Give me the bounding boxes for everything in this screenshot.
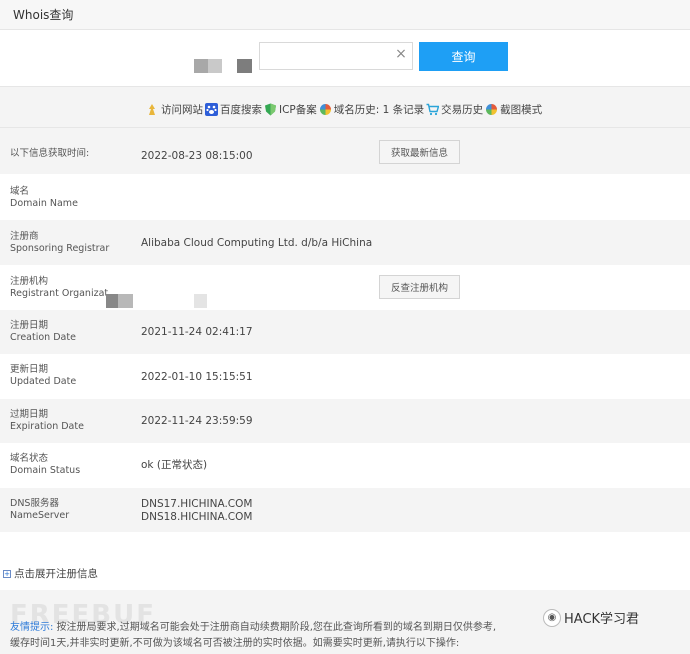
fetch-time-row: 以下信息获取时间: 2022-08-23 08:15:00 获取最新信息 bbox=[0, 129, 690, 174]
clear-icon[interactable]: × bbox=[394, 47, 408, 61]
visit-website-icon bbox=[149, 103, 155, 115]
domain-label: 域名 Domain Name bbox=[10, 186, 78, 210]
label-cn: 域名 bbox=[10, 186, 30, 197]
baidu-paw-icon bbox=[205, 102, 218, 116]
reverse-registrant-button[interactable]: 反查注册机构 bbox=[379, 275, 460, 299]
plus-icon: + bbox=[3, 569, 11, 578]
page-title: Whois查询 bbox=[13, 8, 74, 22]
label-en: Registrant Organizat bbox=[10, 288, 109, 299]
expand-registration-info[interactable]: + 点击展开注册信息 bbox=[3, 566, 98, 581]
label-cn: 更新日期 bbox=[10, 364, 49, 375]
cart-icon bbox=[426, 103, 440, 115]
fetch-time-value: 2022-08-23 08:15:00 bbox=[141, 150, 253, 162]
nameserver-1: DNS17.HICHINA.COM bbox=[141, 498, 253, 510]
notice-lead: 友情提示: bbox=[10, 622, 54, 633]
label-cn: 注册商 bbox=[10, 231, 39, 242]
registrar-label: 注册商 Sponsoring Registrar bbox=[10, 231, 109, 255]
notice-line-1: 按注册局要求,过期域名可能会处于注册商自动续费期阶段,您在此查询所看到的域名到期… bbox=[53, 622, 497, 633]
label-cn: 过期日期 bbox=[10, 409, 49, 420]
page-header: Whois查询 bbox=[0, 0, 690, 30]
link-trade-history[interactable]: 交易历史 bbox=[426, 102, 483, 117]
expiration-date-value: 2022-11-24 23:59:59 bbox=[141, 415, 253, 427]
label-cn: 域名状态 bbox=[10, 453, 49, 464]
redacted-domain-block bbox=[208, 59, 222, 73]
notice-line-2: 缓存时间1天,并非实时更新,不可做为该域名可否被注册的实时依据。如需要实时更新,… bbox=[10, 638, 460, 649]
expiration-date-label: 过期日期 Expiration Date bbox=[10, 409, 84, 433]
refresh-info-button[interactable]: 获取最新信息 bbox=[379, 140, 460, 164]
link-visit-website[interactable]: 访问网站 bbox=[146, 102, 203, 117]
registrant-row: 注册机构 Registrant Organizat 反查注册机构 bbox=[0, 265, 690, 310]
registrar-value: Alibaba Cloud Computing Ltd. d/b/a HiChi… bbox=[141, 237, 373, 249]
redacted-domain-block bbox=[237, 59, 252, 73]
link-domain-history[interactable]: 域名历史: 1 条记录 bbox=[319, 102, 424, 117]
link-icp-record[interactable]: ICP备案 bbox=[264, 102, 317, 117]
label-cn: 注册机构 bbox=[10, 276, 49, 287]
domain-status-value: ok (正常状态) bbox=[141, 459, 208, 471]
nameserver-2: DNS18.HICHINA.COM bbox=[141, 511, 253, 523]
link-screenshot-mode[interactable]: 截图模式 bbox=[485, 102, 542, 117]
link-label: 交易历史 bbox=[441, 103, 484, 116]
domain-search-input[interactable] bbox=[259, 42, 413, 70]
updated-date-label: 更新日期 Updated Date bbox=[10, 364, 76, 388]
nameserver-value: DNS17.HICHINA.COM DNS18.HICHINA.COM bbox=[141, 498, 252, 524]
redacted-registrant-block bbox=[194, 294, 207, 308]
registrant-label: 注册机构 Registrant Organizat bbox=[10, 276, 108, 300]
link-label: 截图模式 bbox=[500, 103, 543, 116]
watermark-hack: ◉ HACK学习君 bbox=[543, 608, 639, 627]
creation-date-label: 注册日期 Creation Date bbox=[10, 320, 76, 344]
shield-icon bbox=[265, 103, 276, 115]
spacer-band bbox=[0, 532, 690, 590]
expand-label: 点击展开注册信息 bbox=[14, 568, 98, 580]
label-en: Updated Date bbox=[10, 376, 77, 387]
creation-date-value: 2021-11-24 02:41:17 bbox=[141, 326, 253, 338]
wechat-account-icon: ◉ bbox=[543, 608, 561, 627]
nameserver-label: DNS服务器 NameServer bbox=[10, 498, 69, 522]
registrar-row: 注册商 Sponsoring Registrar Alibaba Cloud Co… bbox=[0, 220, 690, 265]
color-wheel-icon bbox=[319, 103, 331, 115]
domain-row: 域名 Domain Name bbox=[0, 174, 690, 220]
domain-status-row: 域名状态 Domain Status ok (正常状态) bbox=[0, 443, 690, 488]
link-label: 域名历史: 1 条记录 bbox=[333, 103, 425, 116]
updated-date-row: 更新日期 Updated Date 2022-01-10 15:15:51 bbox=[0, 354, 690, 399]
domain-status-label: 域名状态 Domain Status bbox=[10, 453, 80, 477]
creation-date-row: 注册日期 Creation Date 2021-11-24 02:41:17 bbox=[0, 310, 690, 354]
quick-links-bar: 访问网站 百度搜索 ICP备案 域名历史: 1 条记录 交易历史 截图模式 bbox=[0, 88, 690, 128]
search-area: × 查询 bbox=[0, 30, 690, 87]
redacted-domain-block bbox=[194, 59, 208, 73]
link-label: 访问网站 bbox=[161, 103, 203, 116]
label-en: Sponsoring Registrar bbox=[10, 243, 110, 254]
search-button[interactable]: 查询 bbox=[419, 42, 508, 71]
label-cn: 注册日期 bbox=[10, 320, 49, 331]
label-en: NameServer bbox=[10, 510, 70, 521]
label-en: Domain Status bbox=[10, 465, 81, 476]
watermark-hack-label: HACK学习君 bbox=[564, 612, 640, 627]
redacted-registrant-block bbox=[106, 294, 118, 308]
link-label: ICP备案 bbox=[279, 103, 317, 116]
link-label: 百度搜索 bbox=[220, 103, 262, 116]
fetch-time-label: 以下信息获取时间: bbox=[10, 148, 90, 159]
label-en: Creation Date bbox=[10, 332, 76, 343]
label-en: Expiration Date bbox=[10, 421, 84, 432]
nameserver-row: DNS服务器 NameServer DNS17.HICHINA.COM DNS18.… bbox=[0, 488, 690, 532]
color-wheel-icon bbox=[486, 103, 498, 115]
expiration-date-row: 过期日期 Expiration Date 2022-11-24 23:59:59 bbox=[0, 399, 690, 443]
link-baidu-search[interactable]: 百度搜索 bbox=[205, 102, 262, 117]
label-en: Domain Name bbox=[10, 198, 78, 209]
redacted-registrant-block bbox=[118, 294, 133, 308]
label-cn: DNS服务器 bbox=[10, 498, 59, 509]
updated-date-value: 2022-01-10 15:15:51 bbox=[141, 371, 253, 383]
